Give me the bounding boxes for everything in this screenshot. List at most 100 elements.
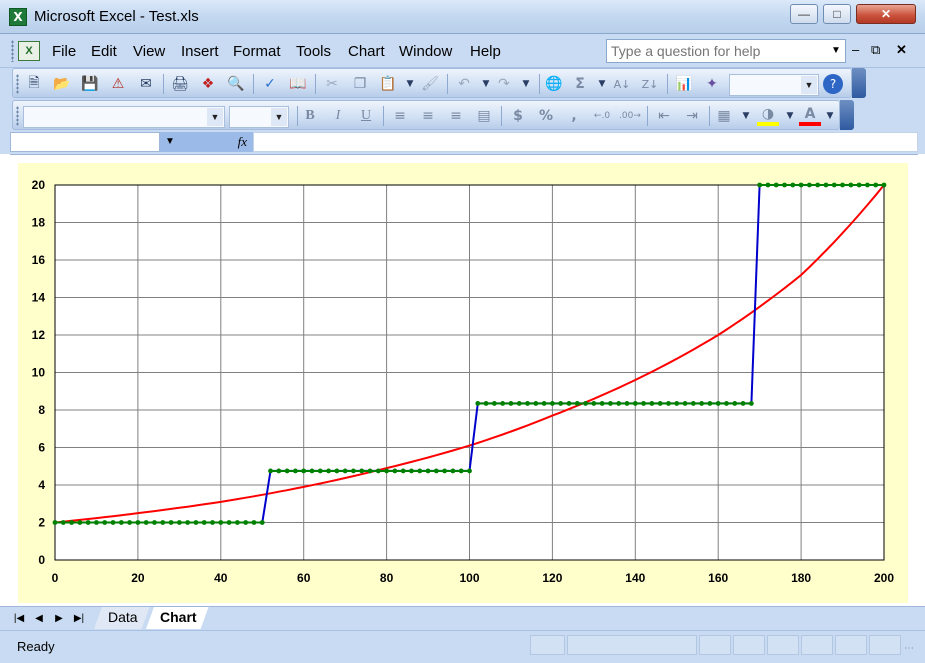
tab-data[interactable]: Data [94,607,150,629]
increase-indent-icon[interactable]: ⇥ [681,106,703,126]
last-sheet-icon[interactable]: ▶| [70,612,88,626]
formatting-toolbar-grip[interactable] [16,106,19,126]
doc-close-button[interactable]: ✕ [896,42,907,58]
paste-icon[interactable]: 📋 [377,74,399,94]
borders-dropdown-icon[interactable]: ▼ [735,106,757,126]
menu-tools[interactable]: Tools [296,43,331,60]
data-point [400,468,406,474]
currency-button[interactable]: $ [507,106,529,126]
research-icon[interactable]: ❖ [197,74,219,94]
chart-wizard-icon[interactable]: 📊 [673,74,695,94]
data-point [85,520,91,525]
redo-dropdown-icon[interactable]: ▼ [515,74,537,94]
paste-dropdown-icon[interactable]: ▼ [399,74,421,94]
resize-grip-icon[interactable]: ⋯ [904,643,914,654]
fill-color-dropdown-icon[interactable]: ▼ [779,106,801,126]
print-preview-icon[interactable]: 🔍 [225,74,247,94]
zoom-dropdown-icon[interactable]: ▼ [801,76,817,94]
minimize-button[interactable]: — [790,4,818,24]
data-point [77,520,83,525]
data-point [168,520,174,525]
y-tick-label: 20 [32,178,46,192]
formatting-options-icon[interactable] [840,100,854,130]
cut-icon[interactable]: ✂ [321,74,343,94]
data-point [591,401,597,406]
sort-ascending-icon[interactable]: A↓ [611,74,633,94]
next-sheet-icon[interactable]: ▶ [50,612,68,626]
new-icon[interactable]: 🗎 [23,74,45,94]
spelling-icon[interactable]: ✓ [259,74,281,94]
standard-toolbar: 🗎 📂 💾 ⚠ ✉ 🖨 ❖ 🔍 ✓ 📖 ✂ ❐ 📋 ▼ 🖌 ↶ ▼ ↷ ▼ 🌐 … [0,68,925,100]
menu-grip-icon[interactable] [11,40,14,62]
zoom-combo[interactable]: ▼ [729,74,819,96]
align-center-icon[interactable]: ≡ [417,106,439,126]
toolbar-options-icon[interactable] [852,68,866,98]
increase-decimal-icon[interactable]: ←.0 [591,106,613,126]
font-size-combo[interactable]: ▼ [229,106,289,128]
autosum-icon[interactable]: Σ [569,74,591,94]
excel-app-icon[interactable]: X [9,8,27,26]
italic-button[interactable]: I [327,106,349,126]
name-box[interactable] [10,132,160,152]
menu-edit[interactable]: Edit [91,43,117,60]
insert-function-button[interactable]: fx [180,132,253,152]
close-window-button[interactable]: ✕ [856,4,916,24]
help-dropdown-icon[interactable]: ▼ [829,45,843,57]
menu-help[interactable]: Help [470,43,501,60]
print-icon[interactable]: 🖨 [169,74,191,94]
merge-center-icon[interactable]: ▤ [473,106,495,126]
data-point [135,520,141,525]
percent-button[interactable]: % [535,106,557,126]
doc-minimize-button[interactable]: – [852,42,859,57]
help-search-input[interactable] [607,40,829,62]
permission-icon[interactable]: ⚠ [107,74,129,94]
prev-sheet-icon[interactable]: ◀ [30,612,48,626]
standard-toolbar-grip[interactable] [16,74,19,94]
doc-restore-button[interactable]: ⧉ [871,42,880,58]
help-icon[interactable]: ? [823,74,843,94]
menu-file[interactable]: File [52,43,76,60]
tab-chart[interactable]: Chart [146,607,209,629]
menu-format[interactable]: Format [233,43,281,60]
font-size-dropdown-icon[interactable]: ▼ [271,108,287,126]
status-panel [801,635,833,655]
copy-icon[interactable]: ❐ [349,74,371,94]
comma-button[interactable]: , [563,106,585,126]
hyperlink-icon[interactable]: 🌐 [543,74,565,94]
font-color-icon[interactable]: A [799,106,821,126]
font-color-dropdown-icon[interactable]: ▼ [819,106,841,126]
align-left-icon[interactable]: ≡ [389,106,411,126]
underline-button[interactable]: U [355,106,377,126]
bold-button[interactable]: B [299,106,321,126]
autosum-dropdown-icon[interactable]: ▼ [591,74,613,94]
name-box-dropdown-icon[interactable]: ▼ [160,132,180,152]
fill-color-icon[interactable]: ◑ [757,106,779,126]
line-chart[interactable]: 0 20 40 60 80 100 120 140 160 180 200 0 2 4 6 8 10 12 14 16… [18,163,908,603]
format-painter-icon[interactable]: 🖌 [419,74,441,94]
save-icon[interactable]: 💾 [79,74,101,94]
standard-toolbar-strip: 🗎 📂 💾 ⚠ ✉ 🖨 ❖ 🔍 ✓ 📖 ✂ ❐ 📋 ▼ 🖌 ↶ ▼ ↷ ▼ 🌐 … [12,68,852,98]
borders-icon[interactable]: ▦ [713,106,735,126]
sort-descending-icon[interactable]: Z↓ [639,74,661,94]
workbook-icon[interactable]: X [18,41,40,61]
maximize-button[interactable]: □ [823,4,851,24]
open-icon[interactable]: 📂 [51,74,73,94]
menu-insert[interactable]: Insert [181,43,219,60]
first-sheet-icon[interactable]: |◀ [10,612,28,626]
decrease-indent-icon[interactable]: ⇤ [653,106,675,126]
undo-icon[interactable]: ↶ [453,74,475,94]
align-right-icon[interactable]: ≡ [445,106,467,126]
email-icon[interactable]: ✉ [135,74,157,94]
data-point [765,182,771,188]
chart-area[interactable]: 0 20 40 60 80 100 120 140 160 180 200 0 2 4 6 8 10 12 14 16… [18,163,908,603]
formula-input[interactable] [253,132,918,152]
drawing-icon[interactable]: ✦ [701,74,723,94]
menu-chart[interactable]: Chart [348,43,385,60]
decrease-decimal-icon[interactable]: .00→ [619,106,641,126]
font-name-dropdown-icon[interactable]: ▼ [207,108,223,126]
font-name-combo[interactable]: ▼ [23,106,225,128]
menu-window[interactable]: Window [399,43,452,60]
redo-icon[interactable]: ↷ [493,74,515,94]
research-book-icon[interactable]: 📖 [287,74,309,94]
menu-view[interactable]: View [133,43,165,60]
